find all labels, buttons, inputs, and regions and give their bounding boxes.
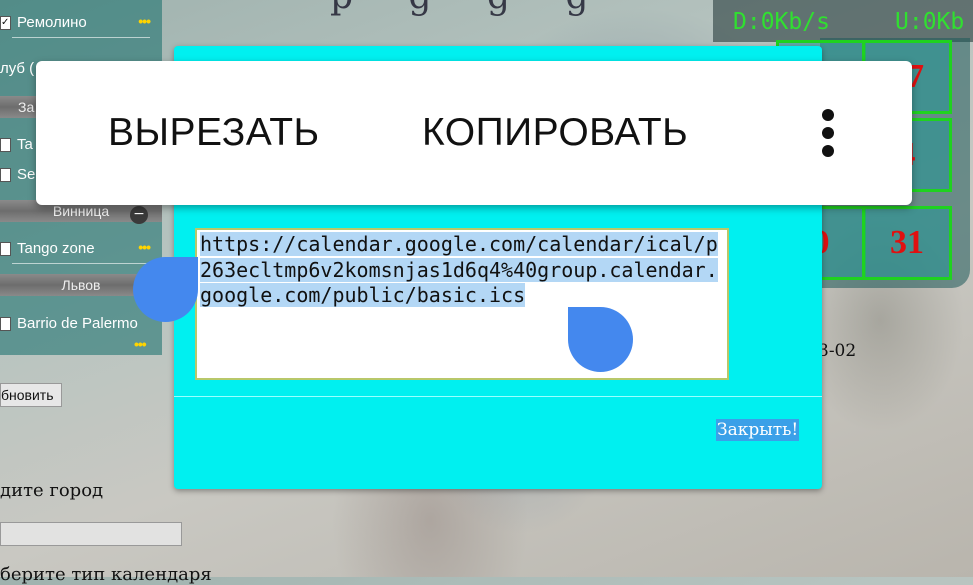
sidebar-item-label: луб ( (0, 60, 35, 77)
dot (822, 109, 834, 121)
checkbox[interactable] (0, 168, 11, 182)
close-button[interactable]: Закрыть! (716, 419, 800, 441)
calendar-cell[interactable]: 31 (862, 206, 952, 280)
text-selection-toolbar: ВЫРЕЗАТЬ КОПИРОВАТЬ (36, 61, 912, 205)
calendar-type-label: берите тип календаря (0, 564, 212, 585)
more-icon[interactable]: ••• (134, 336, 147, 352)
copy-button[interactable]: КОПИРОВАТЬ (422, 111, 688, 155)
calendar-url-textarea[interactable]: https://calendar.google.com/calendar/ica… (195, 228, 729, 380)
collapse-minus-icon[interactable]: − (130, 206, 148, 224)
checkbox-checked[interactable]: ✓ (0, 16, 11, 30)
divider (12, 263, 150, 264)
city-name: Львов (61, 277, 101, 293)
checkbox[interactable] (0, 138, 11, 152)
city-name: Винница (52, 203, 110, 219)
date-text: 3-02 (818, 341, 857, 361)
city-input[interactable] (0, 522, 182, 546)
dialog-divider (174, 396, 822, 397)
sidebar-item-label: Tango zone (17, 240, 95, 257)
sidebar-item-label: Se (17, 166, 36, 183)
selection-end-handle[interactable] (568, 307, 633, 372)
refresh-button[interactable]: бновить (0, 383, 62, 407)
city-input-label: дите город (0, 480, 104, 501)
cut-button[interactable]: ВЫРЕЗАТЬ (108, 111, 320, 155)
dot (822, 127, 834, 139)
sidebar-item-label: За (18, 99, 35, 115)
upload-speed: U:0Kb (895, 9, 965, 35)
sidebar-item-tango-zone[interactable]: Tango zone ••• (0, 232, 162, 266)
checkbox[interactable] (0, 242, 11, 256)
sidebar-item-label: Barrio de Palermo (17, 315, 138, 332)
more-icon[interactable]: ••• (138, 13, 151, 29)
selection-start-handle[interactable] (133, 257, 198, 322)
network-speed-indicator: D:0Kb/s U:0Kb (713, 0, 973, 42)
dot (822, 145, 834, 157)
divider (12, 37, 150, 38)
sidebar-item-label: Ta (17, 136, 33, 153)
more-vertical-icon[interactable] (817, 107, 839, 159)
more-icon[interactable]: ••• (138, 239, 151, 255)
selected-text[interactable]: https://calendar.google.com/calendar/ica… (200, 232, 718, 307)
sidebar-item-label: Ремолино (17, 14, 87, 31)
download-speed: D:0Kb/s (733, 9, 830, 35)
checkbox[interactable] (0, 317, 11, 331)
sidebar-item-remolino[interactable]: ✓ Ремолино ••• (0, 6, 162, 40)
page-heading: p g g g (330, 0, 611, 17)
